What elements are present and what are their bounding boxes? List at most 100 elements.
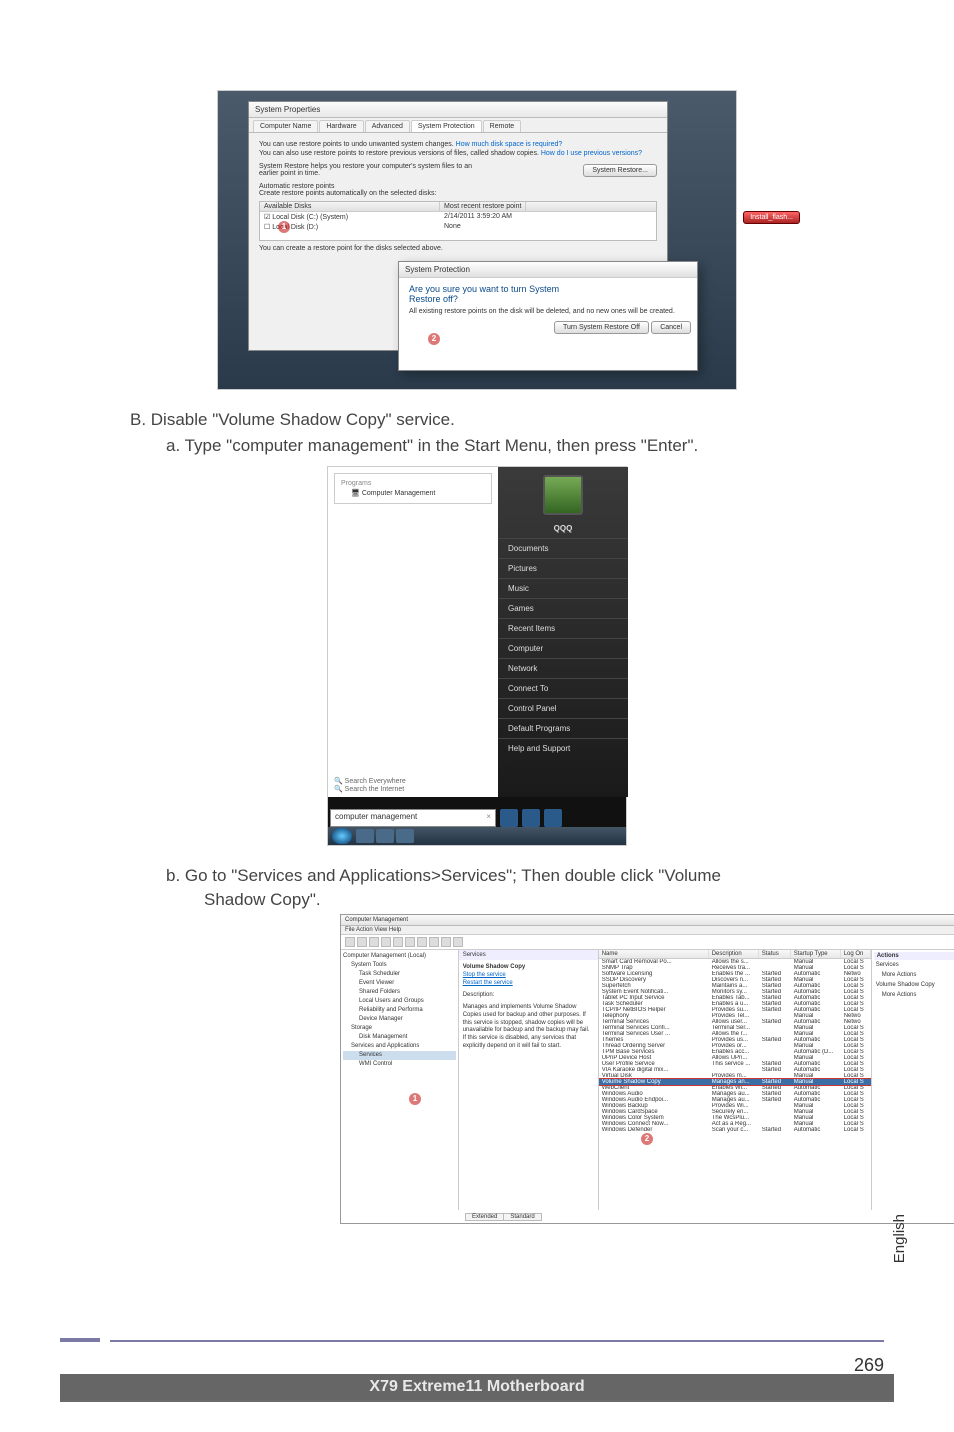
actions-vsc[interactable]: Volume Shadow Copy xyxy=(874,980,954,990)
program-computer-management[interactable]: 🖥 Computer Management xyxy=(341,487,485,497)
tree-item[interactable]: Disk Management xyxy=(343,1033,456,1042)
col-startup[interactable]: Startup Type xyxy=(791,950,841,958)
col-logon[interactable]: Log On xyxy=(841,950,871,958)
actions-more-2[interactable]: More Actions xyxy=(874,990,954,1000)
tab-computer-name[interactable]: Computer Name xyxy=(253,120,318,132)
taskbar-icon[interactable] xyxy=(396,829,414,843)
services-panel-header: Services xyxy=(459,950,598,960)
tree-item[interactable]: Event Viewer xyxy=(343,979,456,988)
tree-item-services[interactable]: Services xyxy=(343,1051,456,1060)
tab-advanced[interactable]: Advanced xyxy=(365,120,410,132)
start-menu-item[interactable]: Network xyxy=(498,658,628,678)
tree-item[interactable]: Services and Applications xyxy=(343,1042,456,1051)
tab-bar: Computer Name Hardware Advanced System P… xyxy=(249,118,667,133)
disk-row-c[interactable]: ☑ Local Disk (C:) (System) 2/14/2011 3:5… xyxy=(260,212,656,222)
tree-item[interactable]: Storage xyxy=(343,1024,456,1033)
start-menu-item[interactable]: Connect To xyxy=(498,678,628,698)
confirm-body-text: All existing restore points on the disk … xyxy=(409,308,687,315)
tree-item[interactable]: Local Users and Groups xyxy=(343,997,456,1006)
tab-remote[interactable]: Remote xyxy=(483,120,522,132)
restart-service-link[interactable]: Restart the service xyxy=(463,980,594,986)
step-b-b-line2: Shadow Copy". xyxy=(204,890,321,910)
tree-item[interactable]: Reliability and Performa xyxy=(343,1006,456,1015)
col-most-recent: Most recent restore point xyxy=(440,202,526,211)
col-desc[interactable]: Description xyxy=(709,950,759,958)
info-text-2: You can also use restore points to resto… xyxy=(259,150,657,157)
col-name[interactable]: Name xyxy=(599,950,709,958)
actions-header: Actions xyxy=(874,952,954,960)
cm-menubar[interactable]: File Action View Help xyxy=(341,926,954,935)
callout-2: 2 xyxy=(641,1133,653,1145)
step-b-b-line1: b. Go to "Services and Applications>Serv… xyxy=(166,866,844,886)
col-status[interactable]: Status xyxy=(759,950,791,958)
taskbar-icon[interactable] xyxy=(356,829,374,843)
cm-tree[interactable]: Computer Management (Local) System Tools… xyxy=(341,950,459,1210)
tree-item[interactable]: Task Scheduler xyxy=(343,970,456,979)
start-orb-icon[interactable] xyxy=(332,828,352,844)
start-menu-item[interactable]: Music xyxy=(498,578,628,598)
cm-title: Computer Management xyxy=(341,915,954,926)
step-b: B. Disable "Volume Shadow Copy" service. xyxy=(130,410,844,430)
service-row[interactable]: Windows DefenderScan your c...StartedAut… xyxy=(599,1127,871,1133)
callout-2: 2 xyxy=(428,333,440,345)
actions-more-1[interactable]: More Actions xyxy=(874,970,954,980)
programs-label: Programs xyxy=(341,480,485,487)
start-menu-item[interactable]: Help and Support xyxy=(498,738,628,758)
services-list[interactable]: Name Description Status Startup Type Log… xyxy=(599,950,871,1210)
start-menu-item[interactable]: Games xyxy=(498,598,628,618)
stop-service-link[interactable]: Stop the service xyxy=(463,972,594,978)
user-name[interactable]: QQQ xyxy=(498,519,628,538)
start-menu-right: QQQ DocumentsPicturesMusicGamesRecent It… xyxy=(498,467,628,797)
create-restore-text: You can create a restore point for the d… xyxy=(259,245,657,252)
callout-1: 1 xyxy=(409,1093,421,1105)
turn-off-button[interactable]: Turn System Restore Off xyxy=(554,321,649,334)
start-menu-figure: Programs 🖥 Computer Management 🔍 Search … xyxy=(327,466,627,846)
disk-list: Available Disks Most recent restore poin… xyxy=(259,201,657,241)
user-avatar[interactable] xyxy=(543,475,583,515)
link-disk-space[interactable]: How much disk space is required? xyxy=(456,141,563,148)
taskbar xyxy=(328,827,626,845)
clear-search-icon[interactable]: × xyxy=(486,812,491,821)
callout-1: 1 xyxy=(278,221,290,233)
search-everywhere[interactable]: 🔍 Search Everywhere xyxy=(334,777,492,785)
tab-hardware[interactable]: Hardware xyxy=(319,120,363,132)
auto-restore-heading: Automatic restore points xyxy=(259,183,657,190)
system-properties-figure: System Properties Computer Name Hardware… xyxy=(217,90,737,390)
search-input[interactable]: computer management× xyxy=(330,809,496,827)
link-previous-versions[interactable]: How do I use previous versions? xyxy=(541,150,642,157)
start-menu-item[interactable]: Computer xyxy=(498,638,628,658)
window-title: System Properties xyxy=(249,102,667,118)
install-flash-button[interactable]: Install_flash... xyxy=(743,211,800,224)
computer-management-figure: Computer Management File Action View Hel… xyxy=(340,914,954,1224)
tree-item[interactable]: Shared Folders xyxy=(343,988,456,997)
footer-rule-accent xyxy=(60,1338,100,1342)
confirm-question-line1: Are you sure you want to turn System xyxy=(409,284,687,294)
power-buttons[interactable] xyxy=(500,809,562,827)
restore-help-text: System Restore helps you restore your co… xyxy=(259,163,489,177)
start-menu-item[interactable]: Control Panel xyxy=(498,698,628,718)
view-tabs[interactable]: Extended Standard xyxy=(465,1213,541,1221)
service-description: Manages and implements Volume Shadow Cop… xyxy=(463,1004,594,1051)
tab-extended[interactable]: Extended xyxy=(465,1213,504,1221)
start-menu-item[interactable]: Documents xyxy=(498,538,628,558)
tree-item[interactable]: WMI Control xyxy=(343,1060,456,1069)
system-restore-button[interactable]: System Restore... xyxy=(583,164,657,177)
tree-item[interactable]: Device Manager xyxy=(343,1015,456,1024)
start-menu-item[interactable]: Default Programs xyxy=(498,718,628,738)
tree-item[interactable]: System Tools xyxy=(343,961,456,970)
cancel-button[interactable]: Cancel xyxy=(651,321,691,334)
tab-system-protection[interactable]: System Protection xyxy=(411,120,482,132)
step-b-a: a. Type "computer management" in the Sta… xyxy=(166,436,844,456)
tab-standard[interactable]: Standard xyxy=(503,1213,541,1221)
cm-toolbar[interactable] xyxy=(341,935,954,950)
tree-root[interactable]: Computer Management (Local) xyxy=(343,952,456,961)
info-text-1: You can use restore points to undo unwan… xyxy=(259,141,657,148)
search-internet[interactable]: 🔍 Search the Internet xyxy=(334,785,492,793)
start-menu-item[interactable]: Pictures xyxy=(498,558,628,578)
disk-row-d[interactable]: ☐ Local Disk (D:) None xyxy=(260,222,656,232)
actions-panel: Actions Services More Actions Volume Sha… xyxy=(871,950,954,1210)
taskbar-icon[interactable] xyxy=(376,829,394,843)
start-menu-item[interactable]: Recent Items xyxy=(498,618,628,638)
actions-services[interactable]: Services xyxy=(874,960,954,970)
language-tab: English xyxy=(885,1200,914,1277)
